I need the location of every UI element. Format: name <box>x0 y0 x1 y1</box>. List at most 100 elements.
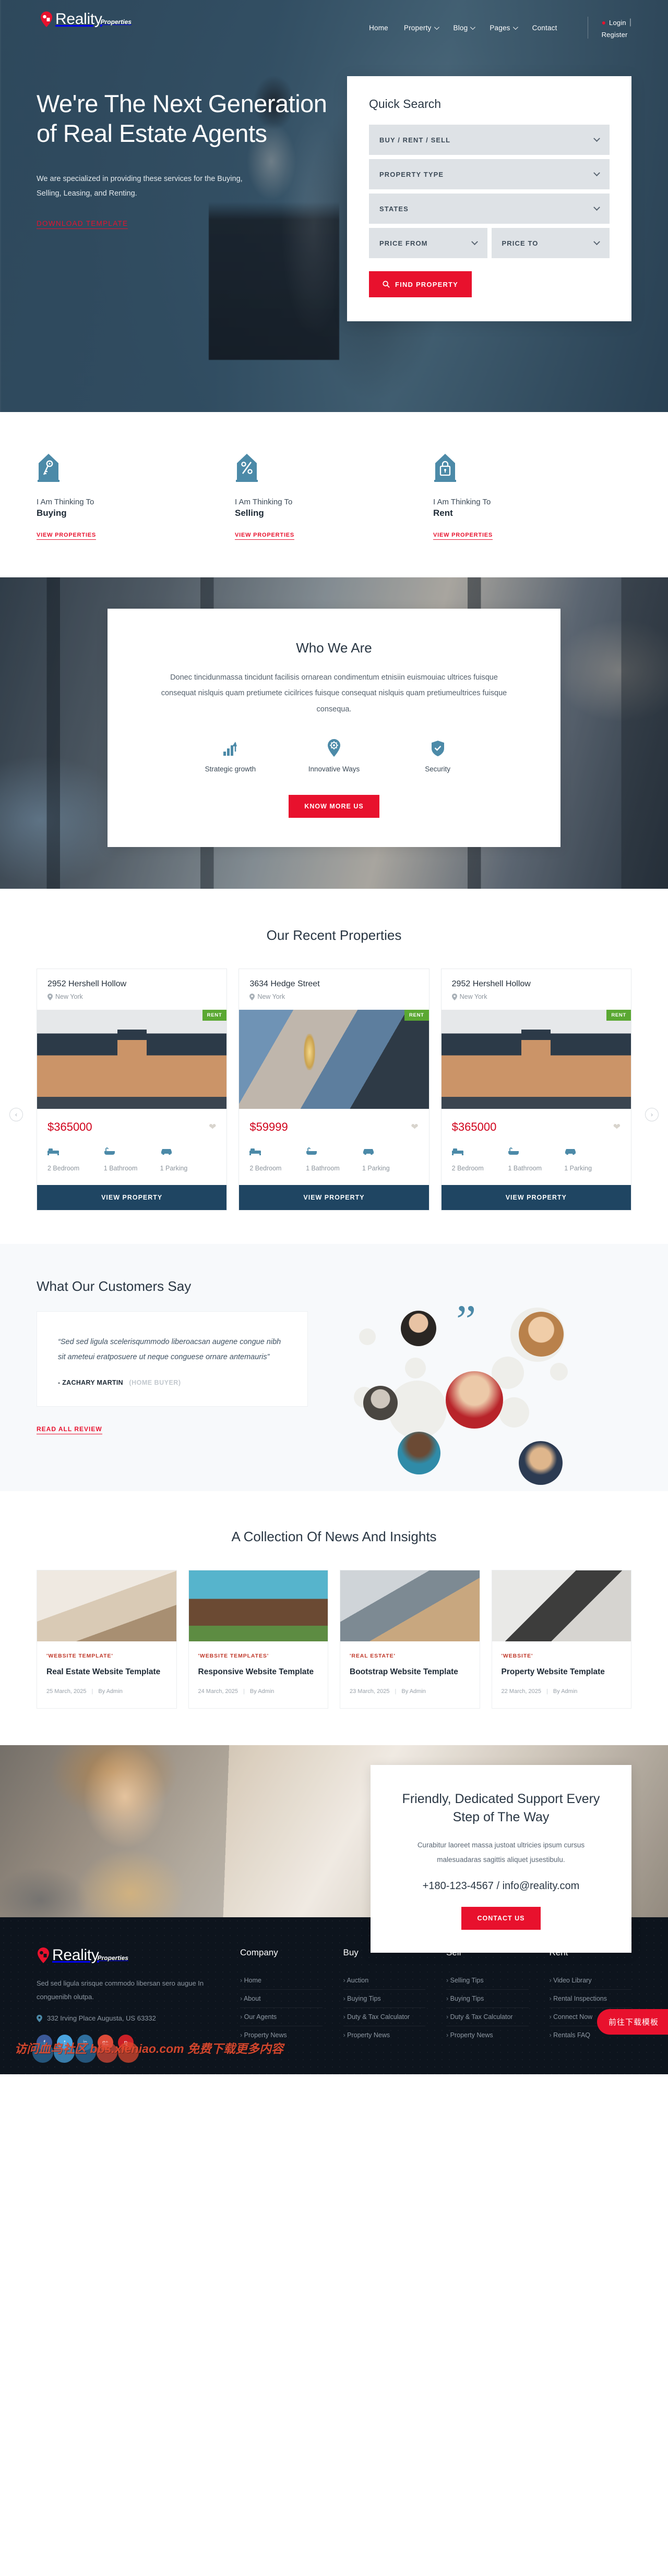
nav-label: Contact <box>532 23 557 32</box>
property-badge: RENT <box>202 1010 227 1021</box>
property-bathrooms: 1 Bathroom <box>104 1147 160 1174</box>
feature-label: Security <box>425 765 451 773</box>
view-properties-link[interactable]: VIEW PROPERTIES <box>235 532 295 540</box>
favorite-heart-icon[interactable]: ❤ <box>209 1122 216 1132</box>
property-bedrooms: 2 Bedroom <box>451 1147 508 1174</box>
site-logo[interactable]: Reality Properties <box>37 11 132 27</box>
know-more-us-button[interactable]: KNOW MORE US <box>289 795 379 818</box>
view-property-button[interactable]: VIEW PROPERTY <box>239 1184 429 1210</box>
decorative-blob <box>499 1397 529 1428</box>
parking-text: 1 Parking <box>564 1165 592 1172</box>
blog-card[interactable]: 'WEBSITE' Property Website Template 22 M… <box>491 1569 631 1709</box>
search-icon <box>383 281 390 288</box>
blog-date: 22 March, 2025 <box>501 1688 541 1695</box>
service-card-buying: I Am Thinking To Buying VIEW PROPERTIES <box>37 453 235 540</box>
property-type-select[interactable]: PROPERTY TYPE <box>369 159 610 189</box>
avatar <box>363 1385 398 1420</box>
footer-link[interactable]: Auction <box>343 1972 426 1989</box>
news-insights-section: A Collection Of News And Insights 'WEBSI… <box>0 1491 668 1745</box>
footer-link[interactable]: Video Library <box>550 1972 632 1989</box>
gear-pin-icon <box>282 739 386 757</box>
quick-search-panel: Quick Search BUY / RENT / SELL PROPERTY … <box>347 76 631 321</box>
view-property-button[interactable]: VIEW PROPERTY <box>441 1184 631 1210</box>
top-navigation-bar: Reality Properties Home Property Blog Pa… <box>37 0 631 39</box>
price-from-select[interactable]: PRICE FROM <box>369 228 487 258</box>
quote-mark-icon: ” <box>456 1295 476 1346</box>
footer-link[interactable]: Property News <box>343 2026 426 2044</box>
property-image: RENT <box>239 1010 429 1109</box>
select-value: BUY / RENT / SELL <box>379 136 451 144</box>
footer-link[interactable]: About <box>240 1990 323 2007</box>
footer-link[interactable]: Duty & Tax Calculator <box>343 2008 426 2026</box>
footer-link[interactable]: Buying Tips <box>343 1990 426 2007</box>
footer-logo[interactable]: Reality Properties <box>37 1948 219 1964</box>
footer-link[interactable]: Home <box>240 1972 323 1989</box>
property-bedrooms: 2 Bedroom <box>249 1147 306 1174</box>
login-link[interactable]: Login <box>609 19 626 27</box>
house-percent-icon <box>235 453 259 482</box>
blog-card[interactable]: 'WEBSITE TEMPLATES' Responsive Website T… <box>188 1569 328 1709</box>
download-template-link[interactable]: DOWNLOAD TEMPLATE <box>37 220 128 229</box>
hero-subtext: We are specialized in providing these se… <box>37 174 243 198</box>
service-subtitle: I Am Thinking To <box>37 498 94 506</box>
blog-card[interactable]: 'WEBSITE TEMPLATE' Real Estate Website T… <box>37 1569 177 1709</box>
blog-image <box>340 1570 480 1641</box>
carousel-prev-button[interactable]: ‹ <box>9 1108 23 1122</box>
property-parking: 1 Parking <box>160 1147 217 1174</box>
states-select[interactable]: STATES <box>369 193 610 224</box>
hero-section: Reality Properties Home Property Blog Pa… <box>0 0 668 412</box>
property-badge: RENT <box>404 1010 429 1021</box>
view-properties-link[interactable]: VIEW PROPERTIES <box>37 532 97 540</box>
testimonials-title: What Our Customers Say <box>37 1278 192 1294</box>
footer-link[interactable]: Our Agents <box>240 2008 323 2026</box>
find-property-button[interactable]: FIND PROPERTY <box>369 271 472 297</box>
register-link[interactable]: Register <box>602 31 631 39</box>
testimonial-role: (HOME BUYER) <box>129 1379 181 1386</box>
chevron-down-icon <box>593 238 600 245</box>
nav-item-home[interactable]: Home <box>369 24 388 32</box>
hero-copy: We're The Next Generation of Real Estate… <box>37 89 329 321</box>
buy-rent-sell-select[interactable]: BUY / RENT / SELL <box>369 125 610 155</box>
carousel-next-button[interactable]: › <box>645 1108 659 1122</box>
blog-card[interactable]: 'REAL ESTATE' Bootstrap Website Template… <box>340 1569 480 1709</box>
favorite-heart-icon[interactable]: ❤ <box>411 1122 418 1132</box>
price-to-select[interactable]: PRICE TO <box>491 228 610 258</box>
download-template-float-button[interactable]: 前往下载模板 <box>597 2009 668 2035</box>
user-icon: ● <box>601 18 606 27</box>
footer-column-buy: Buy Auction Buying Tips Duty & Tax Calcu… <box>343 1948 426 2050</box>
support-cta-section: Friendly, Dedicated Support Every Step o… <box>0 1745 668 1953</box>
contact-us-button[interactable]: CONTACT US <box>461 1907 541 1930</box>
property-image: RENT <box>441 1010 631 1109</box>
service-title: Selling <box>235 508 264 518</box>
favorite-heart-icon[interactable]: ❤ <box>613 1122 621 1132</box>
property-bathrooms: 1 Bathroom <box>306 1147 362 1174</box>
who-we-are-section: Who We Are Donec tincidunmassa tincidunt… <box>0 577 668 889</box>
nav-item-blog[interactable]: Blog <box>454 24 476 32</box>
footer-link[interactable]: Duty & Tax Calculator <box>446 2008 529 2026</box>
logo-subtitle: Properties <box>100 18 132 26</box>
house-key-icon <box>37 453 61 482</box>
view-properties-link[interactable]: VIEW PROPERTIES <box>433 532 493 540</box>
select-value: PRICE TO <box>502 239 539 247</box>
parking-text: 1 Parking <box>362 1165 390 1172</box>
footer-link[interactable]: Rental Inspections <box>550 1990 632 2007</box>
who-we-are-body: Donec tincidunmassa tincidunt facilisis … <box>161 673 507 713</box>
nav-item-contact[interactable]: Contact <box>532 24 557 32</box>
footer-link[interactable]: Selling Tips <box>446 1972 529 1989</box>
property-bathrooms: 1 Bathroom <box>508 1147 564 1174</box>
footer-column-title: Company <box>240 1948 278 1958</box>
nav-item-pages[interactable]: Pages <box>490 24 518 32</box>
cta-contact-info: +180-123-4567 / info@reality.com <box>422 1880 580 1892</box>
bathtub-icon <box>104 1147 160 1158</box>
nav-item-property[interactable]: Property <box>404 24 439 32</box>
blog-date: 24 March, 2025 <box>198 1688 238 1695</box>
nav-label: Home <box>369 23 388 32</box>
view-property-button[interactable]: VIEW PROPERTY <box>37 1184 227 1210</box>
property-card[interactable]: 2952 Hershell Hollow New York RENT $3650… <box>37 969 228 1211</box>
footer-link[interactable]: Buying Tips <box>446 1990 529 2007</box>
property-card[interactable]: 3634 Hedge Street New York RENT $59999 ❤ <box>238 969 430 1211</box>
footer-link[interactable]: Property News <box>446 2026 529 2044</box>
read-all-review-link[interactable]: READ ALL REVIEW <box>37 1425 102 1434</box>
property-parking: 1 Parking <box>362 1147 419 1174</box>
property-card[interactable]: 2952 Hershell Hollow New York RENT $3650… <box>440 969 631 1211</box>
